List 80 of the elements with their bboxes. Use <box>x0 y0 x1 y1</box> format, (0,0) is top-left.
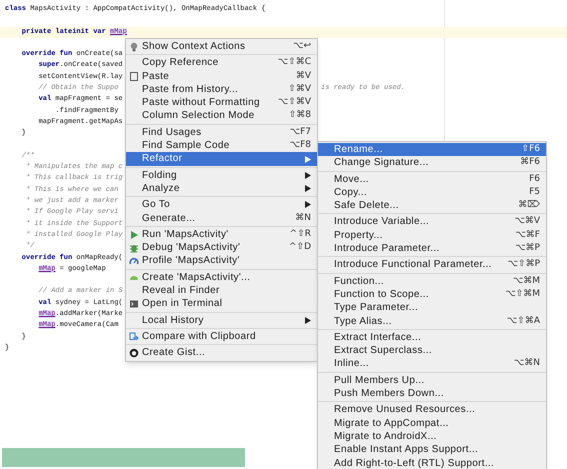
submenu-arrow-icon <box>305 156 311 163</box>
shortcut-label: ⇧⌘V <box>288 82 311 96</box>
menu-item[interactable]: Add Right-to-Left (RTL) Support... <box>318 456 546 469</box>
shortcut-label: ⌥⌘P <box>515 242 540 256</box>
shortcut-label: ⌘N <box>295 212 311 225</box>
shortcut-label: ⌘⌦ <box>518 199 540 212</box>
menu-item[interactable]: Push Members Down... <box>318 387 546 400</box>
menu-item[interactable]: Copy Reference ⌥⇧⌘C <box>126 56 317 70</box>
menu-item[interactable]: Open in Terminal <box>126 297 317 311</box>
menu-item[interactable]: Show Context Actions ⌥↩ <box>126 40 317 54</box>
menu-item[interactable]: Find Usages ⌥F7 <box>126 126 317 140</box>
menu-item[interactable]: Paste from History... ⇧⌘V <box>126 82 317 96</box>
clipboard-icon <box>129 71 139 82</box>
menu-item[interactable]: Extract Superclass... <box>318 344 546 358</box>
shortcut-label: F6 <box>529 172 540 186</box>
menu-item[interactable]: Local History <box>126 314 317 327</box>
menu-item[interactable]: Change Signature... ⌘F6 <box>318 156 546 170</box>
menu-item[interactable]: Profile 'MapsActivity' <box>126 254 317 268</box>
play-icon <box>129 230 139 240</box>
menu-item[interactable]: Safe Delete... ⌘⌦ <box>318 199 546 212</box>
compare-icon <box>129 332 139 342</box>
shortcut-label: ⌥↩ <box>293 40 311 53</box>
menu-item[interactable]: Introduce Parameter... ⌥⌘P <box>318 242 546 256</box>
menu-item[interactable]: Function... ⌥⌘M <box>318 274 546 288</box>
menu-item[interactable]: Type Parameter... <box>318 301 546 315</box>
shortcut-label: ⌥⌘N <box>514 357 540 370</box>
shortcut-label: ⇧F6 <box>522 143 540 156</box>
shortcut-label: ⌥⌘V <box>514 215 540 228</box>
menu-item[interactable]: Create 'MapsActivity'... <box>126 270 317 284</box>
menu-item[interactable]: Extract Interface... <box>318 330 546 344</box>
shortcut-label: ^⇧D <box>288 241 311 254</box>
menu-item[interactable]: Column Selection Mode ⇧⌘8 <box>126 109 317 123</box>
menu-item[interactable]: Move... F6 <box>318 172 546 186</box>
menu-item[interactable]: Find Sample Code ⌥F8 <box>126 139 317 152</box>
menu-item[interactable]: Type Alias... ⌥⇧⌘A <box>318 314 546 328</box>
menu-item[interactable]: Compare with Clipboard <box>126 330 317 344</box>
shortcut-label: ⌥⌘M <box>512 274 540 288</box>
shortcut-label: ⌥F7 <box>290 126 311 139</box>
menu-item[interactable]: Remove Unused Resources... <box>318 403 546 417</box>
menu-item[interactable]: Function to Scope... ⌥⇧⌘M <box>318 288 546 302</box>
shortcut-label: ⌘V <box>296 70 311 83</box>
shortcut-label: ⌥⌘F <box>515 228 540 242</box>
menu-item[interactable]: Pull Members Up... <box>318 374 546 388</box>
shortcut-label: ⌥F8 <box>290 139 311 152</box>
menu-item[interactable]: Migrate to AndroidX... <box>318 430 546 444</box>
bulb-icon <box>129 42 139 52</box>
menu-item[interactable]: Go To <box>126 198 317 212</box>
menu-item[interactable]: Migrate to AppCompat... <box>318 416 546 430</box>
shortcut-label: ⌥⇧⌘V <box>278 96 311 110</box>
shortcut-label: ^⇧R <box>290 228 311 241</box>
menu-item[interactable]: Copy... F5 <box>318 186 546 200</box>
menu-item[interactable]: Folding <box>126 168 317 182</box>
menu-item[interactable]: Generate... ⌘N <box>126 212 317 225</box>
submenu-arrow-icon <box>305 201 311 208</box>
terminal-icon <box>129 298 139 309</box>
menu-item[interactable]: Property... ⌥⌘F <box>318 228 546 242</box>
menu-item[interactable]: Paste ⌘V <box>126 70 317 83</box>
shortcut-label: ⌥⇧⌘A <box>506 314 540 328</box>
shortcut-label: F5 <box>529 186 540 199</box>
bug-icon <box>129 242 139 253</box>
menu-item[interactable]: Refactor <box>126 152 317 166</box>
menu-item[interactable]: Introduce Functional Parameter... ⌥⇧⌘P <box>318 258 546 272</box>
shortcut-label: ⌘F6 <box>520 156 540 170</box>
menu-item[interactable]: Inline... ⌥⌘N <box>318 357 546 371</box>
shortcut-label: ⌥⇧⌘C <box>278 56 311 70</box>
menu-item[interactable]: Paste without Formatting ⌥⇧⌘V <box>126 96 317 110</box>
menu-item[interactable]: Introduce Variable... ⌥⌘V <box>318 215 546 229</box>
menu-item[interactable]: Create Gist... <box>126 346 317 360</box>
menu-item[interactable]: Rename... ⇧F6 <box>318 143 546 156</box>
menu-item[interactable]: Enable Instant Apps Support... <box>318 443 546 457</box>
shortcut-label: ⌥⇧⌘M <box>505 288 540 301</box>
menu-item[interactable]: Reveal in Finder <box>126 284 317 298</box>
gauge-icon <box>129 256 139 266</box>
menu-item[interactable]: Debug 'MapsActivity' ^⇧D <box>126 241 317 254</box>
menu-item[interactable]: Run 'MapsActivity' ^⇧R <box>126 228 317 242</box>
circle-logo-icon <box>129 348 139 358</box>
menu-item[interactable]: Analyze <box>126 182 317 196</box>
shortcut-label: ⇧⌘8 <box>288 109 311 122</box>
submenu-arrow-icon <box>305 316 311 324</box>
shortcut-label: ⌥⇧⌘P <box>508 258 540 272</box>
